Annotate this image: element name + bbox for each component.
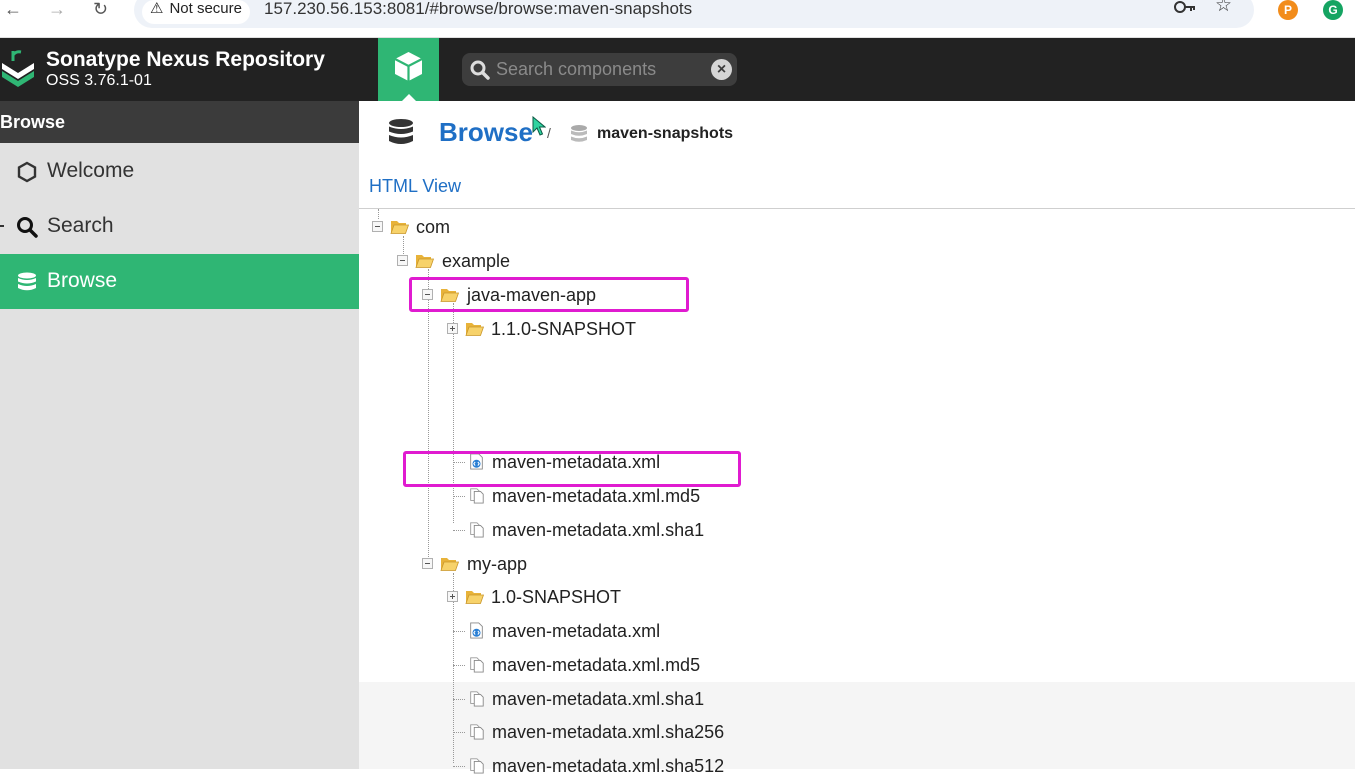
back-arrow-icon[interactable]: ←: [4, 0, 22, 18]
tree-node-label: maven-metadata.xml: [492, 621, 661, 641]
tree-node-my-app[interactable]: my-app: [422, 552, 662, 576]
sidebar-item-label: Browse: [47, 269, 118, 292]
sidebar-item-search[interactable]: Search: [0, 199, 359, 254]
url-text[interactable]: 157.230.56.153:8081/#browse/browse:maven…: [264, 0, 692, 17]
tree-guide-line: [428, 269, 429, 559]
tree-node-1-0-snapshot[interactable]: 1.0-SNAPSHOT: [447, 585, 687, 609]
tree-node-maven-metadata-sha512[interactable]: maven-metadata.xml.sha512: [447, 754, 767, 778]
hexagon-icon: [17, 161, 37, 183]
nexus-logo-icon: [2, 50, 34, 87]
tree-node-maven-metadata-md5[interactable]: maven-metadata.xml.md5: [447, 653, 747, 677]
active-mode-caret: [402, 94, 416, 101]
forward-arrow-icon[interactable]: →: [48, 0, 66, 18]
sidebar-item-label: Search: [47, 214, 114, 237]
tree-node-label: my-app: [467, 554, 528, 574]
expand-toggle-icon[interactable]: [447, 591, 458, 602]
tree-node-maven-metadata-sha1[interactable]: maven-metadata.xml.sha1: [447, 518, 747, 542]
file-icon: [470, 488, 484, 504]
collapse-toggle-icon[interactable]: [372, 221, 383, 232]
content-area: Browse / maven-snapshots HTML View com e…: [359, 101, 1355, 776]
tree-node-1-1-0-snapshot[interactable]: 1.1.0-SNAPSHOT: [447, 317, 687, 341]
app-title: Sonatype Nexus Repository: [46, 48, 325, 71]
file-icon: [470, 724, 484, 740]
mouse-cursor-icon: [532, 116, 546, 136]
sidebar-section-title: Browse: [0, 101, 359, 143]
app-header: Sonatype Nexus Repository OSS 3.76.1-01 …: [0, 38, 1355, 101]
database-icon: [389, 119, 413, 144]
file-icon: [470, 657, 484, 673]
tree-node-maven-metadata-md5[interactable]: maven-metadata.xml.md5: [447, 484, 747, 508]
extension-g-icon[interactable]: G: [1323, 0, 1343, 20]
open-folder-icon: [440, 558, 459, 571]
open-folder-icon: [465, 323, 484, 336]
tree-node-label: maven-metadata.xml.sha512: [492, 756, 725, 776]
sidebar-item-label: Welcome: [47, 159, 135, 182]
tree-node-label: maven-metadata.xml.md5: [492, 655, 701, 675]
file-icon: [470, 691, 484, 707]
tree-node-com[interactable]: com: [372, 215, 572, 239]
collapse-toggle-icon[interactable]: [397, 255, 408, 266]
browser-toolbar: ← → ↻ ⚠ Not secure 157.230.56.153:8081/#…: [0, 0, 1355, 38]
cube-icon: [394, 52, 423, 81]
expand-toggle-icon[interactable]: [447, 323, 458, 334]
security-label: Not secure: [169, 0, 242, 17]
open-folder-icon: [465, 591, 484, 604]
tree-node-label: example: [442, 251, 511, 271]
search-icon: [17, 217, 38, 238]
browse-mode-button[interactable]: [378, 38, 439, 101]
breadcrumb-browse-link[interactable]: Browse: [439, 117, 533, 147]
search-components-box[interactable]: ×: [462, 53, 737, 86]
tree-node-label: 1.0-SNAPSHOT: [491, 587, 622, 607]
tree-node-label: com: [416, 217, 451, 237]
tree-node-label: maven-metadata.xml.sha1: [492, 689, 705, 709]
search-input[interactable]: [496, 53, 706, 86]
tree-node-maven-metadata-xml[interactable]: maven-metadata.xml: [447, 619, 747, 643]
tree-node-label: maven-metadata.xml.md5: [492, 486, 701, 506]
clear-search-icon[interactable]: ×: [711, 59, 732, 80]
sidebar-item-welcome[interactable]: Welcome: [0, 144, 359, 199]
tree-node-maven-metadata-sha256[interactable]: maven-metadata.xml.sha256: [447, 720, 767, 744]
sidebar-item-browse[interactable]: Browse: [0, 254, 359, 309]
tree-node-maven-metadata-sha1[interactable]: maven-metadata.xml.sha1: [447, 687, 747, 711]
xml-file-icon: [470, 622, 483, 639]
tree-node-label: maven-metadata.xml.sha1: [492, 520, 705, 540]
main-panel: Browse / maven-snapshots HTML View com e…: [359, 101, 1355, 776]
bookmark-star-icon[interactable]: ☆: [1215, 0, 1232, 15]
sidebar: Browse Welcome Search Browse: [0, 101, 359, 769]
breadcrumb-repository: maven-snapshots: [597, 125, 734, 142]
open-folder-icon: [415, 255, 434, 268]
database-icon: [18, 272, 36, 291]
key-icon[interactable]: [1174, 0, 1196, 18]
tree-node-label: 1.1.0-SNAPSHOT: [491, 319, 637, 339]
tree-node-example[interactable]: example: [397, 249, 597, 273]
app-version: OSS 3.76.1-01: [46, 72, 152, 89]
html-view-link[interactable]: HTML View: [369, 175, 461, 197]
open-folder-icon: [390, 221, 409, 234]
tree-node-label: maven-metadata.xml.sha256: [492, 722, 725, 742]
file-icon: [470, 758, 484, 774]
search-icon: [470, 60, 490, 80]
breadcrumb-separator: /: [547, 125, 551, 141]
reload-icon[interactable]: ↻: [93, 0, 108, 18]
warning-triangle-icon: ⚠: [150, 0, 164, 17]
expand-indicator: [0, 225, 4, 227]
highlight-box-java-maven-app: [409, 277, 689, 312]
collapse-toggle-icon[interactable]: [422, 558, 433, 569]
file-icon: [470, 522, 484, 538]
highlight-box-my-app: [403, 451, 741, 487]
repository-icon: [571, 125, 587, 142]
address-bar[interactable]: ⚠ Not secure 157.230.56.153:8081/#browse…: [134, 0, 1254, 28]
extension-p-icon[interactable]: P: [1278, 0, 1298, 20]
security-indicator[interactable]: ⚠ Not secure: [142, 0, 250, 24]
